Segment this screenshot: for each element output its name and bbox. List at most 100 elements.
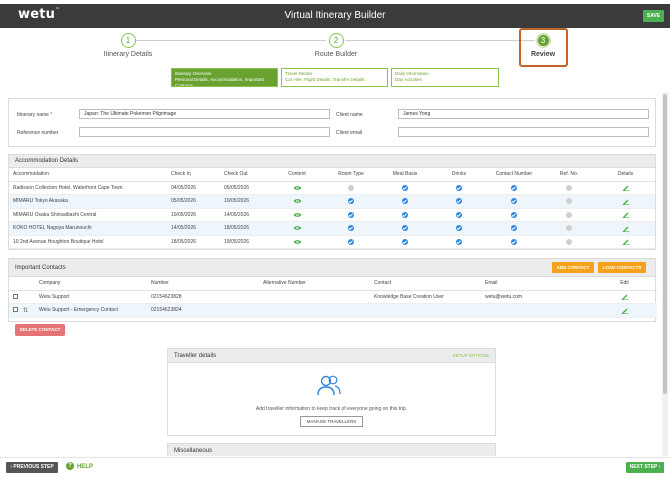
- contact-person: Knowledge Base Creation User: [370, 290, 481, 304]
- eye-icon[interactable]: [293, 225, 302, 231]
- edit-pencil-icon[interactable]: [622, 198, 630, 205]
- contact-number-check-icon: [511, 198, 517, 205]
- client-name-input[interactable]: James Yong: [398, 109, 649, 119]
- meal-basis-cell: [378, 235, 432, 249]
- details-edit-cell[interactable]: [596, 194, 655, 209]
- contact-select-cell[interactable]: [9, 290, 19, 304]
- contact-checkbox[interactable]: [13, 307, 18, 313]
- edit-pencil-icon[interactable]: [621, 293, 629, 301]
- accommodation-header-row: Accommodation Check In Check Out Content…: [9, 168, 655, 182]
- client-name-label: Client name: [336, 112, 363, 118]
- next-step-button[interactable]: NEXT STEP ›: [626, 462, 664, 473]
- help-link[interactable]: ? HELP: [66, 462, 93, 473]
- subtab-daily-information[interactable]: Daily Information Day Activities: [391, 68, 499, 87]
- contacts-header-row: Company Number Alternative Number Contac…: [9, 277, 657, 291]
- load-contacts-button[interactable]: LOAD CONTACTS: [598, 262, 646, 273]
- review-highlight-box: [519, 28, 568, 67]
- previous-step-button[interactable]: ‹ PREVIOUS STEP: [6, 462, 58, 473]
- details-edit-cell[interactable]: [596, 181, 655, 195]
- room-type-cell: [324, 181, 378, 195]
- save-button[interactable]: SAVE: [643, 10, 664, 22]
- contacts-table: Company Number Alternative Number Contac…: [9, 277, 657, 318]
- traveller-details-message: Add traveller information to keep track …: [255, 406, 408, 412]
- details-edit-cell[interactable]: [596, 221, 655, 236]
- drinks-check-icon: [456, 238, 462, 245]
- contact-number-check-icon: [511, 211, 517, 218]
- content-cell[interactable]: [270, 221, 324, 236]
- check-out-date: 18/05/2026: [220, 221, 270, 236]
- itinerary-name-input[interactable]: Japan: The Ultimate Pokemon Pilgrimage: [79, 109, 330, 119]
- wizard-connector: [345, 40, 535, 41]
- contact-edit-cell[interactable]: [592, 303, 657, 318]
- traveller-details-title: Traveller details SETUP OPTIONS: [168, 349, 495, 363]
- contact-person: [370, 303, 481, 318]
- eye-icon[interactable]: [293, 198, 302, 204]
- content-cell[interactable]: [270, 208, 324, 222]
- subtab-itinerary-overview[interactable]: Itinerary Overview Personal Details, Acc…: [171, 68, 278, 87]
- check-in-date: 10/05/2026: [167, 208, 220, 222]
- contact-checkbox[interactable]: [13, 293, 18, 299]
- edit-pencil-icon[interactable]: [622, 238, 630, 246]
- edit-pencil-icon[interactable]: [622, 211, 630, 219]
- setup-options-link[interactable]: SETUP OPTIONS: [453, 349, 489, 363]
- edit-pencil-icon[interactable]: [621, 307, 629, 314]
- subtab-travel-details[interactable]: Travel Details Car Hire, Flight Details,…: [281, 68, 388, 87]
- meal-basis-check-icon: [402, 198, 408, 205]
- content-cell[interactable]: [270, 181, 324, 195]
- contact-company: Wetu Support - Emergency Contact: [35, 303, 147, 318]
- wizard-connector: [136, 40, 326, 41]
- accommodation-name: KOKO HOTEL Nagoya Marunouchi: [9, 221, 167, 236]
- content-cell[interactable]: [270, 235, 324, 249]
- scrollbar-thumb[interactable]: [663, 94, 667, 394]
- edit-pencil-icon[interactable]: [622, 225, 630, 232]
- details-edit-cell[interactable]: [596, 235, 655, 249]
- wizard-step-itinerary-details[interactable]: 1 Itinerary Details: [98, 33, 158, 58]
- bottom-bar: ‹ PREVIOUS STEP ? HELP NEXT STEP ›: [0, 457, 670, 482]
- contact-select-cell[interactable]: [9, 303, 19, 318]
- accommodation-table: Accommodation Check In Check Out Content…: [9, 168, 655, 249]
- drag-handle-cell[interactable]: ⇅: [19, 303, 35, 318]
- room-type-check-icon: [348, 198, 354, 205]
- meal-basis-check-icon: [402, 211, 408, 218]
- details-edit-cell[interactable]: [596, 208, 655, 222]
- contact-edit-cell[interactable]: [592, 290, 657, 304]
- contacts-card: Important Contacts ADD CONTACT LOAD CONT…: [8, 258, 657, 322]
- add-contact-button[interactable]: ADD CONTACT: [552, 262, 594, 273]
- room-type-cell: [324, 221, 378, 236]
- edit-pencil-icon[interactable]: [622, 184, 630, 192]
- traveller-details-card: Traveller details SETUP OPTIONS Add trav…: [167, 348, 496, 436]
- drag-handle-icon[interactable]: ⇅: [23, 308, 28, 314]
- reference-number-input[interactable]: [79, 127, 330, 137]
- itinerary-name-label: Itinerary name *: [17, 112, 53, 118]
- vertical-scrollbar[interactable]: [662, 92, 668, 456]
- contact-row: Wetu Support 02154623828 Knowledge Base Cr…: [9, 290, 657, 304]
- top-bar: wetu™ Virtual Itinerary Builder SAVE: [0, 4, 670, 28]
- accommodation-row: MIMARU Tokyo Akasaka 05/05/2026 10/05/2026: [9, 194, 655, 209]
- eye-icon[interactable]: [293, 239, 302, 245]
- ref-no-empty-icon: [566, 211, 572, 218]
- eye-icon[interactable]: [293, 185, 302, 191]
- accommodation-name: 10 2nd Avenue Houghton Boutique Hotel: [9, 235, 167, 249]
- contact-email: [481, 303, 592, 318]
- help-icon: ?: [66, 462, 74, 471]
- eye-icon[interactable]: [293, 212, 302, 218]
- room-type-check-icon: [348, 211, 354, 218]
- main-content[interactable]: Itinerary name * Japan: The Ultimate Pok…: [6, 94, 658, 456]
- manage-travellers-button[interactable]: MANAGE TRAVELLERS: [300, 416, 363, 427]
- delete-contact-button[interactable]: DELETE CONTACT: [15, 324, 65, 336]
- client-email-label: Client email: [336, 130, 363, 136]
- meal-basis-cell: [378, 181, 432, 195]
- content-cell[interactable]: [270, 194, 324, 209]
- check-out-date: 14/05/2026: [220, 208, 270, 222]
- wizard-step-route-builder[interactable]: 2 Route Builder: [306, 33, 366, 58]
- contact-number-check-icon: [511, 225, 517, 232]
- drinks-cell: [432, 181, 486, 195]
- reference-number-label: Reference number: [17, 130, 59, 136]
- accommodation-row: Radisson Collection Hotel, Waterfront Ca…: [9, 181, 655, 195]
- room-type-cell: [324, 208, 378, 222]
- accommodation-row: MIMARU Osaka Shinsaibashi Central 10/05/2…: [9, 208, 655, 222]
- client-email-input[interactable]: [398, 127, 649, 137]
- drag-handle-cell[interactable]: [19, 290, 35, 304]
- drinks-check-icon: [456, 184, 462, 191]
- contact-number-check-icon: [511, 184, 517, 191]
